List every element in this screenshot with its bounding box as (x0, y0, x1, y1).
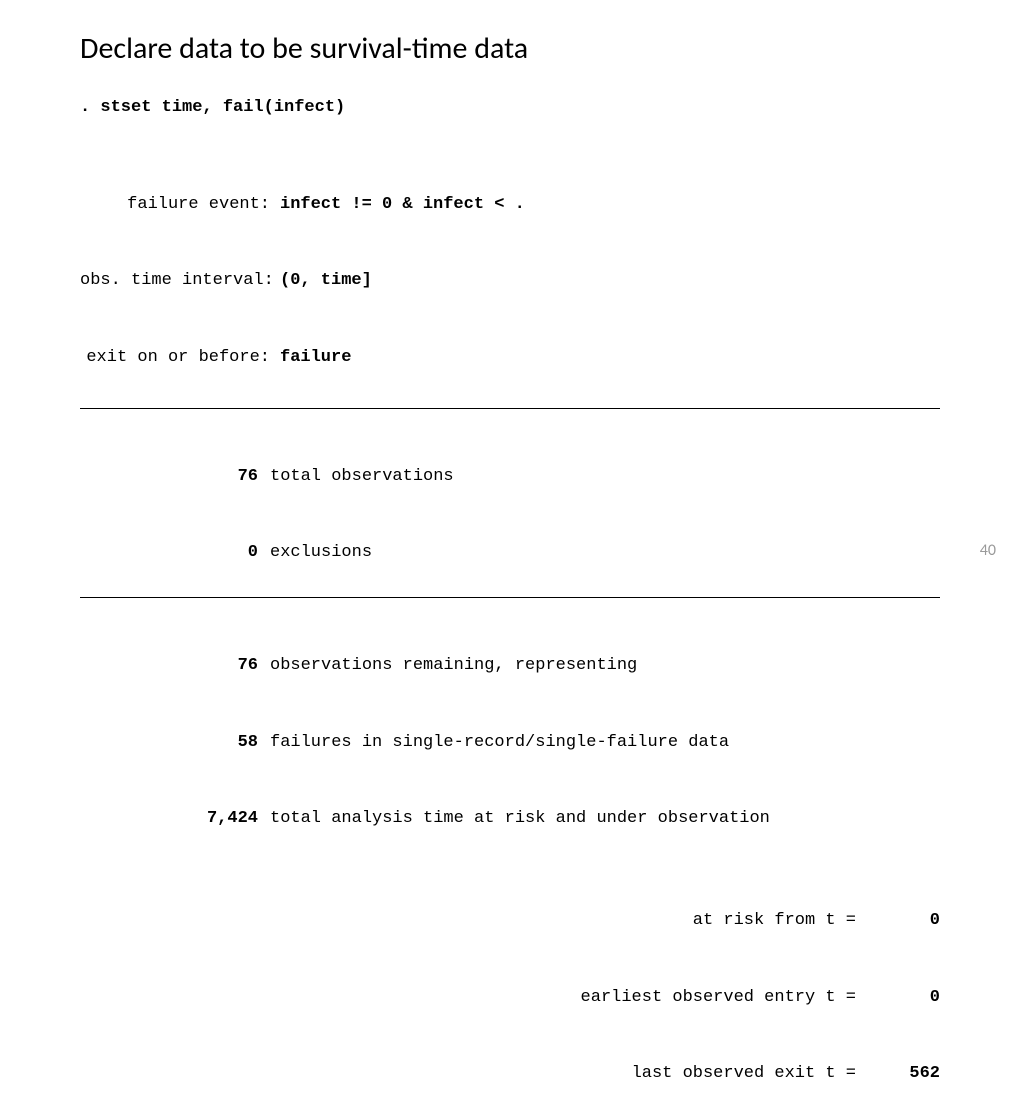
stata-command: . stset time, fail(infect) (80, 95, 944, 121)
stats-text: total observations (270, 464, 454, 490)
divider-bottom (80, 597, 940, 598)
time-label: at risk from t = (80, 908, 864, 934)
stats-text: failures in single-record/single-failure… (270, 730, 729, 756)
time-row: last observed exit t = 562 (80, 1061, 940, 1087)
stats-number: 0 (80, 540, 270, 566)
meta-row: failure event: infect != 0 & infect < . (80, 192, 944, 218)
meta-label: obs. time interval: (80, 268, 280, 294)
page-number: 40 (980, 541, 996, 560)
time-value: 0 (864, 985, 940, 1011)
time-label: earliest observed entry t = (80, 985, 864, 1011)
time-row: earliest observed entry t = 0 (80, 985, 940, 1011)
meta-value: infect != 0 & infect < . (280, 192, 525, 218)
time-row: at risk from t = 0 (80, 908, 940, 934)
meta-row: obs. time interval: (0, time] (80, 268, 944, 294)
time-value: 0 (864, 908, 940, 934)
time-block: at risk from t = 0 earliest observed ent… (80, 857, 940, 1112)
stats-number: 76 (80, 464, 270, 490)
stats-row: 76 total observations (80, 464, 944, 490)
meta-row: exit on or before: failure (80, 345, 944, 371)
meta-value: failure (280, 345, 351, 371)
stats-text: observations remaining, representing (270, 653, 637, 679)
stats-text: exclusions (270, 540, 372, 566)
meta-label: exit on or before: (80, 345, 280, 371)
meta-block: failure event: infect != 0 & infect < . … (80, 141, 944, 396)
stats-number: 58 (80, 730, 270, 756)
stats-number: 7,424 (80, 806, 270, 832)
time-value: 562 (864, 1061, 940, 1087)
stats-row: 58 failures in single-record/single-fail… (80, 730, 944, 756)
stats-row: 76 observations remaining, representing (80, 653, 944, 679)
time-label: last observed exit t = (80, 1061, 864, 1087)
meta-value: (0, time] (280, 268, 372, 294)
slide-title: Declare data to be survival-time data (80, 30, 944, 67)
stats-bottom: 76 observations remaining, representing … (80, 602, 944, 857)
divider-top (80, 408, 940, 409)
stats-text: total analysis time at risk and under ob… (270, 806, 770, 832)
stats-top: 76 total observations 0 exclusions (80, 413, 944, 592)
stats-row: 7,424 total analysis time at risk and un… (80, 806, 944, 832)
stats-row: 0 exclusions (80, 540, 944, 566)
stats-number: 76 (80, 653, 270, 679)
meta-label: failure event: (80, 192, 280, 218)
